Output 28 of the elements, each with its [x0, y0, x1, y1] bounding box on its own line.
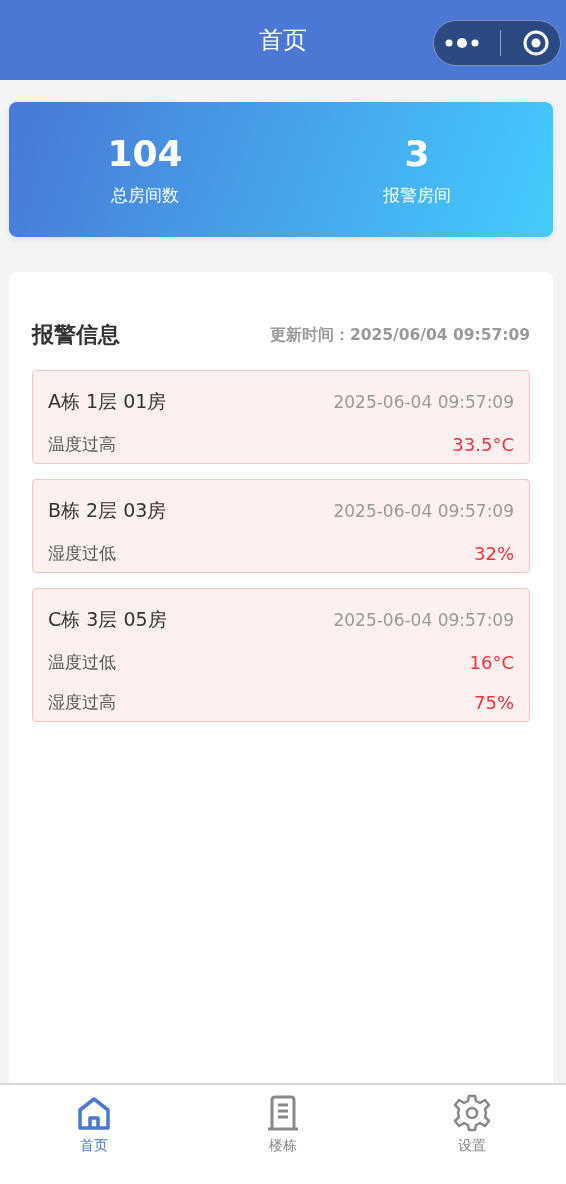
more-icon[interactable]: [444, 37, 479, 49]
room-name: A栋 1层 01房: [48, 389, 167, 414]
home-icon: [77, 1096, 112, 1130]
stat-value: 104: [107, 132, 183, 174]
alert-time: 2025-06-04 09:57:09: [333, 392, 514, 412]
alert-time: 2025-06-04 09:57:09: [333, 610, 514, 630]
room-name: C栋 3层 05房: [48, 607, 167, 632]
stat-label: 总房间数: [111, 183, 179, 207]
alert-time: 2025-06-04 09:57:09: [333, 501, 514, 521]
alert-type: 温度过高: [48, 432, 116, 456]
tab[interactable]: 设置: [377, 1085, 566, 1184]
stat-label: 报警房间: [383, 183, 451, 207]
room-name: B栋 2层 03房: [48, 498, 167, 523]
alert-value: 33.5°C: [452, 433, 514, 455]
alert-value: 75%: [474, 691, 514, 713]
tab[interactable]: 首页: [0, 1085, 189, 1184]
building-icon: [266, 1095, 300, 1131]
alert-type: 温度过低: [48, 650, 116, 674]
stat-value: 3: [404, 132, 430, 174]
alert-type: 湿度过低: [48, 541, 116, 565]
update-time: 更新时间：2025/06/04 09:57:09: [269, 324, 530, 346]
page-title: 首页: [259, 25, 307, 56]
alert-value: 32%: [474, 542, 514, 564]
settings-icon: [451, 1093, 492, 1133]
alert-type: 湿度过高: [48, 690, 116, 714]
alert-value: 16°C: [469, 651, 514, 673]
section-title: 报警信息: [32, 321, 120, 349]
tab[interactable]: 楼栋: [188, 1085, 378, 1184]
